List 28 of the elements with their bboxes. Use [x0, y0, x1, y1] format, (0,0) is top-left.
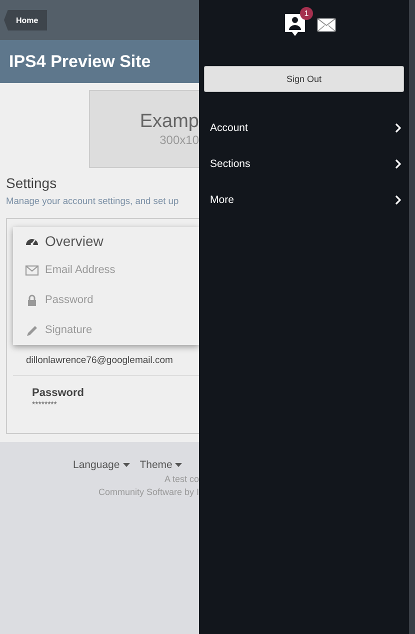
chevron-right-icon — [395, 159, 401, 169]
lock-icon — [25, 294, 39, 306]
password-value: ******** — [31, 400, 58, 409]
site-title: IPS4 Preview Site — [9, 52, 151, 72]
ad-title: Examp — [140, 111, 199, 133]
drawer-menu-item[interactable]: Account — [210, 122, 248, 134]
envelope-icon — [25, 264, 39, 276]
caret-icon — [175, 463, 182, 467]
password-label: Password — [31, 387, 85, 399]
notification-badge: 1 — [300, 7, 313, 20]
settings-description: Manage your account settings, and set up — [6, 196, 180, 206]
menu-title[interactable]: Overview — [45, 233, 104, 249]
drawer-menu-item[interactable]: Sections — [210, 158, 250, 170]
footer-dropdown-link[interactable]: Language — [73, 459, 130, 471]
footer-dropdown-link[interactable]: Theme — [140, 459, 182, 471]
caret-icon — [122, 463, 130, 467]
footer-text: Community Software by I — [98, 487, 199, 497]
user-notification-icon — [285, 14, 305, 36]
pencil-icon — [25, 324, 39, 336]
chevron-right-icon — [395, 123, 401, 133]
ad-size: 300x10 — [160, 133, 199, 147]
envelope-icon — [317, 18, 336, 32]
home-breadcrumb[interactable]: Home — [4, 10, 48, 30]
sign-out-button[interactable]: Sign Out — [204, 66, 404, 92]
footer-text: A test co — [164, 474, 199, 484]
settings-heading: Settings — [6, 175, 58, 191]
chevron-right-icon — [395, 195, 401, 205]
drawer-menu-item[interactable]: More — [210, 194, 234, 206]
